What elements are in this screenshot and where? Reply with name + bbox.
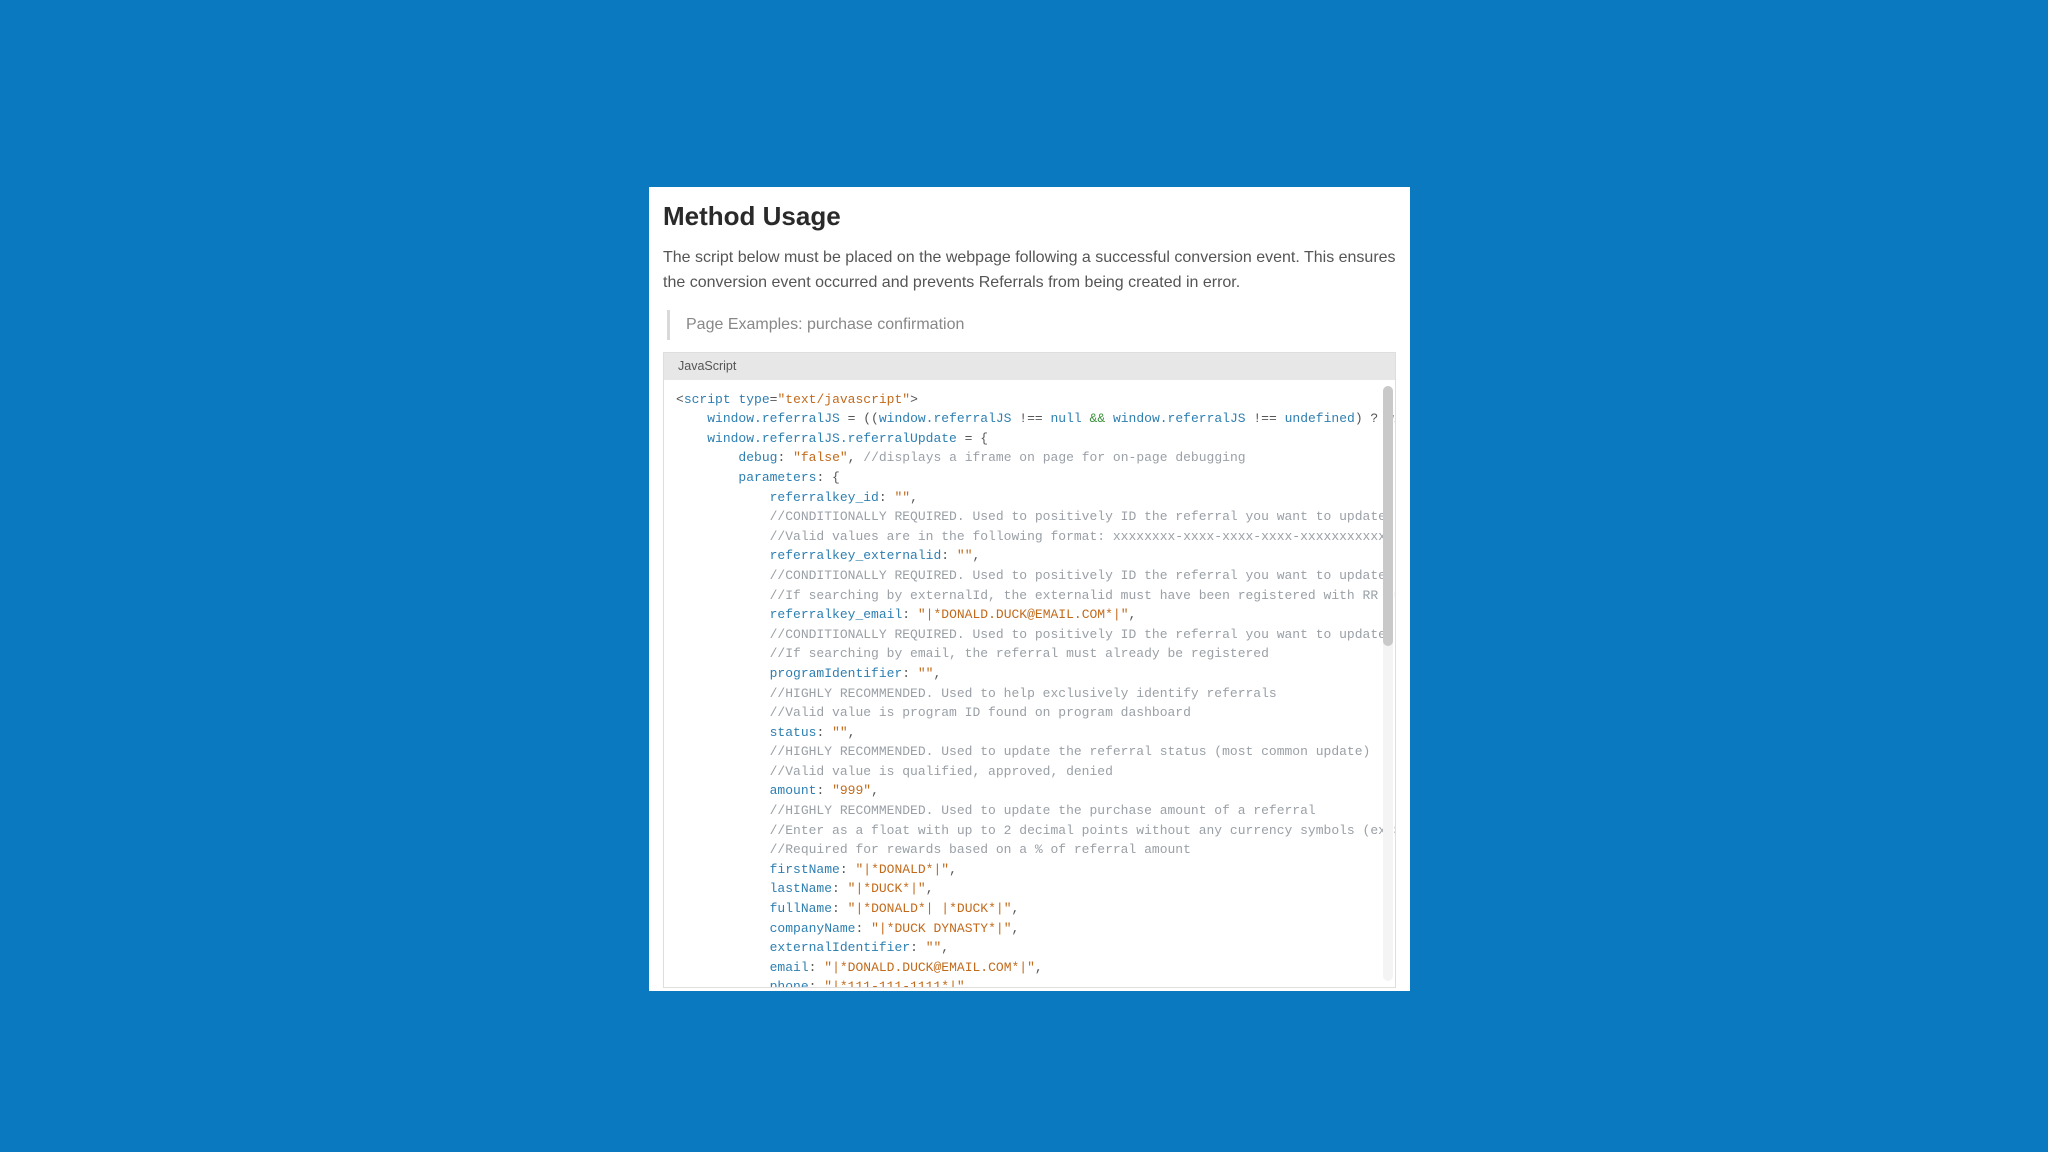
code-block-container: <script type="text/javascript"> window.r… — [663, 380, 1396, 988]
panel-inner: Method Usage The script below must be pl… — [649, 187, 1410, 988]
page-examples-callout: Page Examples: purchase confirmation — [667, 310, 1396, 340]
code-block[interactable]: <script type="text/javascript"> window.r… — [664, 380, 1395, 988]
page-description: The script below must be placed on the w… — [663, 246, 1396, 296]
code-tab-bar: JavaScript — [663, 352, 1396, 380]
scrollbar-thumb[interactable] — [1383, 386, 1393, 646]
tab-javascript[interactable]: JavaScript — [664, 353, 750, 380]
documentation-panel: Method Usage The script below must be pl… — [649, 187, 1410, 991]
page-title: Method Usage — [663, 201, 1396, 232]
